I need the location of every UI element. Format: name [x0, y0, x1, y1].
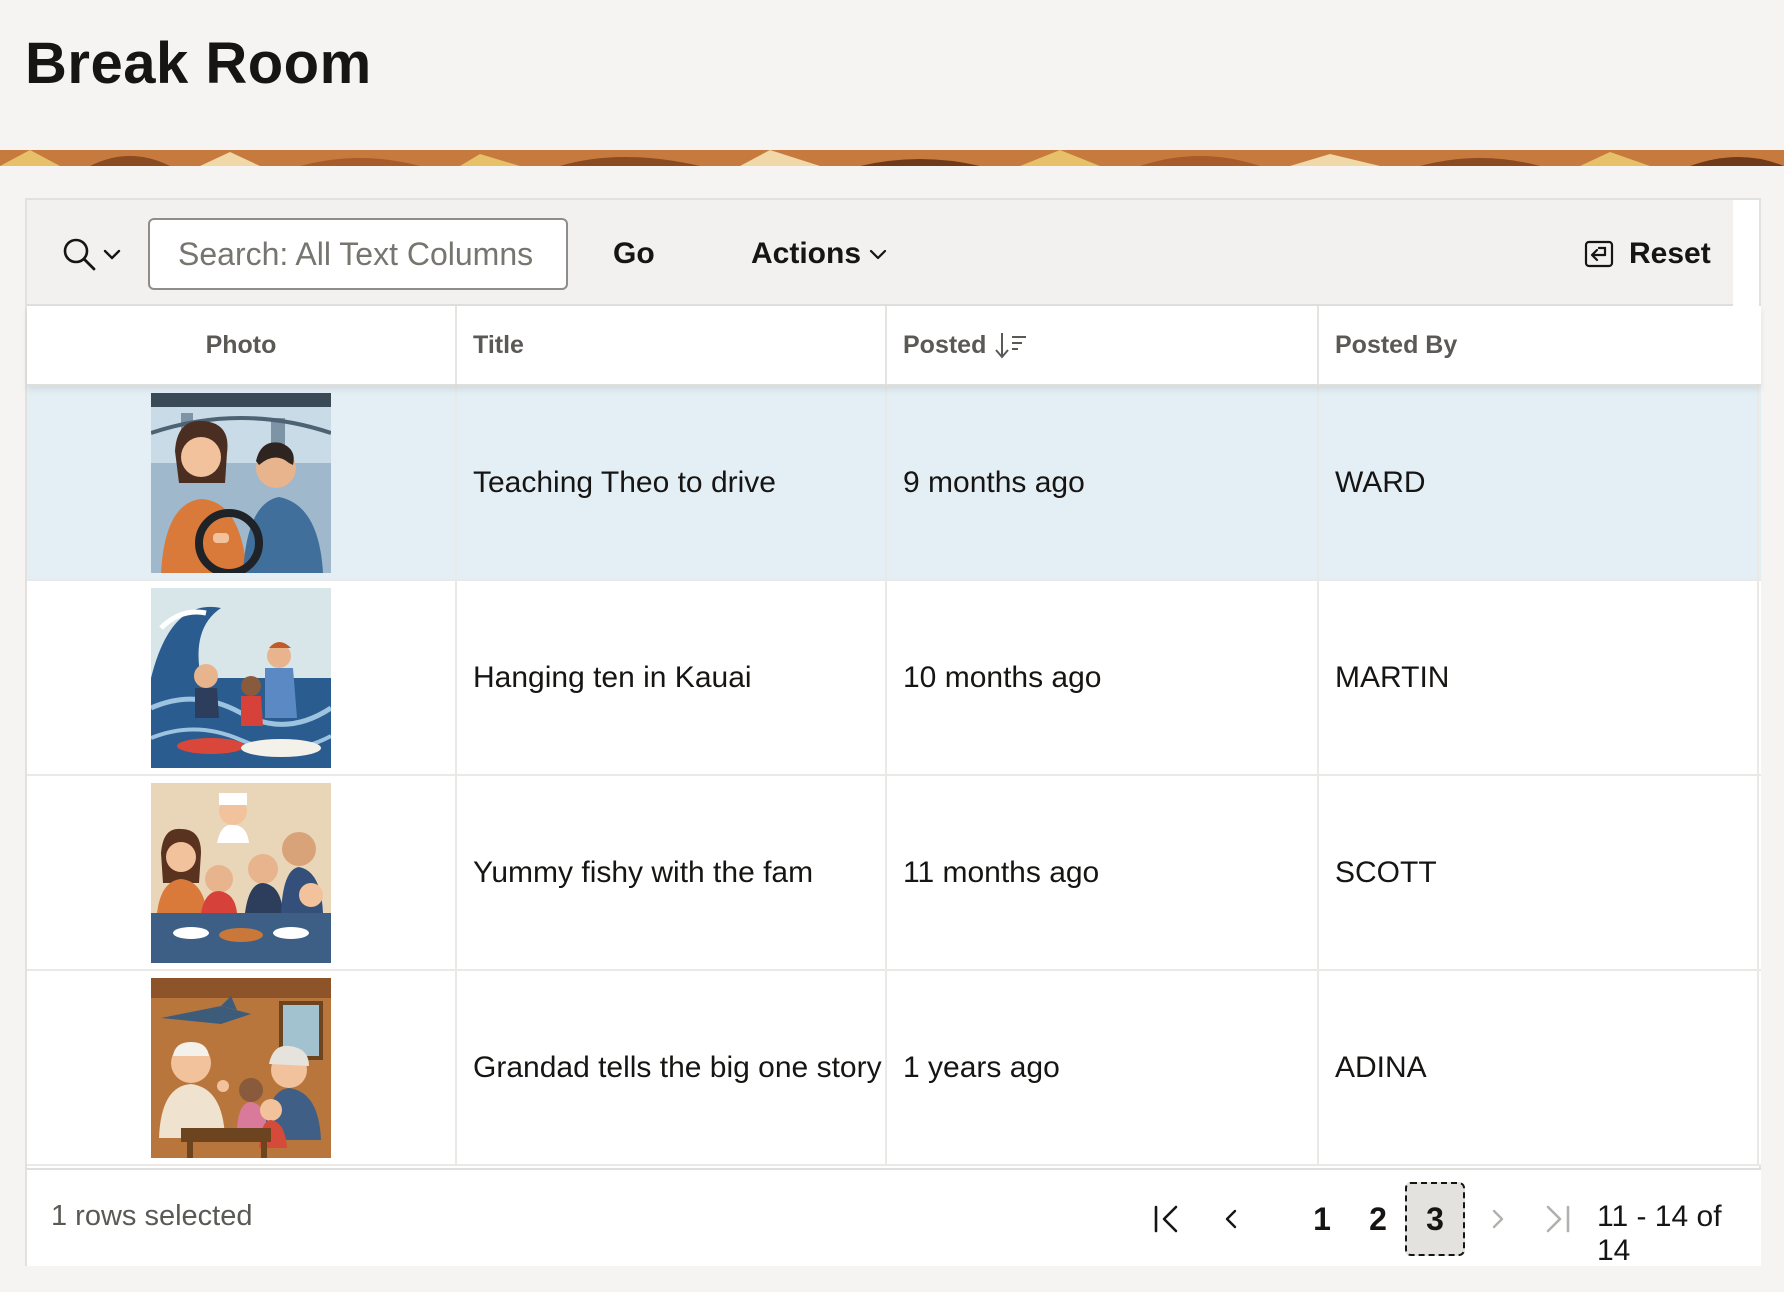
sort-descending-icon [994, 330, 1028, 360]
table-row[interactable]: Teaching Theo to drive 9 months ago WARD [27, 386, 1761, 581]
page-2-button[interactable]: 2 [1351, 1182, 1405, 1256]
actions-label: Actions [751, 237, 862, 270]
posted-by-cell: MARTIN [1319, 581, 1759, 774]
driving-photo-icon [151, 392, 331, 573]
table-row[interactable]: Grandad tells the big one story 1 years … [27, 971, 1761, 1166]
column-header-posted[interactable]: Posted [887, 306, 1319, 384]
reset-icon [1584, 240, 1614, 268]
title-cell: Yummy fishy with the fam [457, 776, 887, 969]
table-header: Photo Title Posted Posted By [27, 306, 1761, 386]
last-page-icon [1546, 1205, 1570, 1233]
page-header: Break Room [0, 0, 1784, 150]
chevron-left-icon [1225, 1209, 1237, 1229]
photo-cell [27, 971, 457, 1164]
title-cell: Grandad tells the big one story [457, 971, 887, 1164]
column-header-posted-by[interactable]: Posted By [1319, 306, 1759, 384]
chevron-right-icon [1492, 1209, 1504, 1229]
reset-button[interactable]: Reset [1573, 226, 1721, 282]
report-toolbar: Go Actions Reset [27, 200, 1733, 306]
page-title: Break Room [25, 31, 372, 96]
table-row[interactable]: Hanging ten in Kauai 10 months ago MARTI… [27, 581, 1761, 776]
table-row[interactable]: Yummy fishy with the fam 11 months ago S… [27, 776, 1761, 971]
page-1-button[interactable]: 1 [1295, 1182, 1349, 1256]
photo-cell [27, 386, 457, 579]
first-page-button[interactable] [1137, 1182, 1197, 1256]
search-column-menu[interactable] [61, 234, 123, 274]
posted-by-cell: ADINA [1319, 971, 1759, 1164]
posted-cell: 10 months ago [887, 581, 1319, 774]
header-decorative-band [0, 150, 1784, 166]
family-dinner-photo-icon [151, 782, 331, 963]
report-footer: 1 rows selected 1 2 3 11 - 14 of 14 [27, 1168, 1761, 1267]
report-table: Photo Title Posted Posted By Teaching Th… [27, 306, 1761, 1166]
column-header-posted-label: Posted [903, 330, 987, 359]
posted-by-cell: SCOTT [1319, 776, 1759, 969]
go-button[interactable]: Go [601, 226, 667, 282]
next-page-button[interactable] [1473, 1182, 1523, 1256]
last-page-button[interactable] [1527, 1182, 1587, 1256]
actions-menu-button[interactable]: Actions [739, 226, 901, 282]
reset-label: Reset [1629, 237, 1711, 270]
first-page-icon [1154, 1205, 1178, 1233]
rows-selected-count: 1 rows selected [51, 1200, 253, 1232]
search-input[interactable] [148, 218, 568, 290]
title-cell: Teaching Theo to drive [457, 386, 887, 579]
title-cell: Hanging ten in Kauai [457, 581, 887, 774]
posted-cell: 11 months ago [887, 776, 1319, 969]
posted-cell: 9 months ago [887, 386, 1319, 579]
previous-page-button[interactable] [1205, 1182, 1257, 1256]
photo-cell [27, 776, 457, 969]
page-3-button[interactable]: 3 [1405, 1182, 1465, 1256]
search-icon [63, 238, 96, 271]
column-header-title[interactable]: Title [457, 306, 887, 384]
posted-cell: 1 years ago [887, 971, 1319, 1164]
chevron-down-icon [869, 249, 887, 260]
report-region: Go Actions Reset Photo Title Posted [25, 198, 1761, 1267]
surfing-photo-icon [151, 587, 331, 768]
posted-by-cell: WARD [1319, 386, 1759, 579]
chevron-down-icon [103, 249, 121, 260]
fish-story-photo-icon [151, 977, 331, 1158]
column-header-photo[interactable]: Photo [27, 306, 457, 384]
photo-cell [27, 581, 457, 774]
pagination-range: 11 - 14 of 14 [1597, 1200, 1722, 1267]
